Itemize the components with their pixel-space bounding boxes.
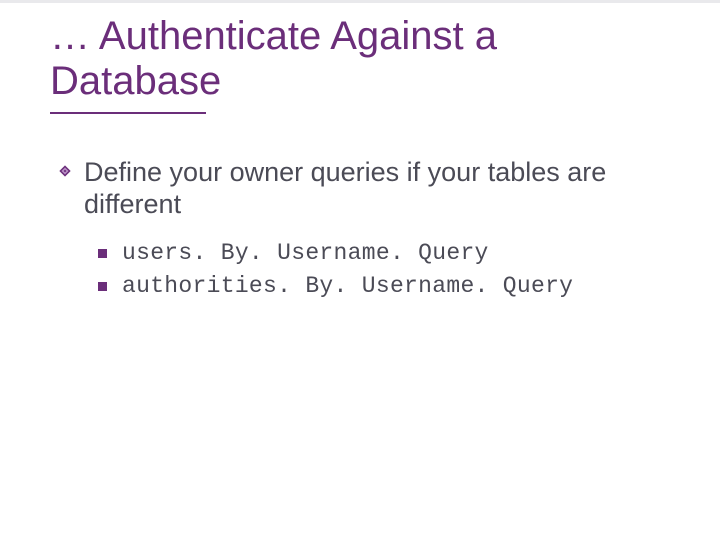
diamond-bullet-icon xyxy=(58,164,72,178)
title-underline xyxy=(50,112,206,114)
square-bullet-icon xyxy=(98,282,107,291)
bullet-l2-text: authorities. By. Username. Query xyxy=(122,273,573,299)
bullet-l2-list: users. By. Username. Query authorities. … xyxy=(122,237,674,304)
bullet-level-1: Define your owner queries if your tables… xyxy=(84,156,674,221)
top-rule xyxy=(0,0,720,3)
square-bullet-icon xyxy=(98,249,107,258)
bullet-level-2: authorities. By. Username. Query xyxy=(122,270,674,303)
bullet-l2-text: users. By. Username. Query xyxy=(122,240,489,266)
bullet-level-2: users. By. Username. Query xyxy=(122,237,674,270)
slide-title: … Authenticate Against a Database xyxy=(50,14,670,104)
slide-body: Define your owner queries if your tables… xyxy=(84,156,674,303)
bullet-l1-text: Define your owner queries if your tables… xyxy=(84,157,606,219)
slide: … Authenticate Against a Database Define… xyxy=(0,0,720,540)
